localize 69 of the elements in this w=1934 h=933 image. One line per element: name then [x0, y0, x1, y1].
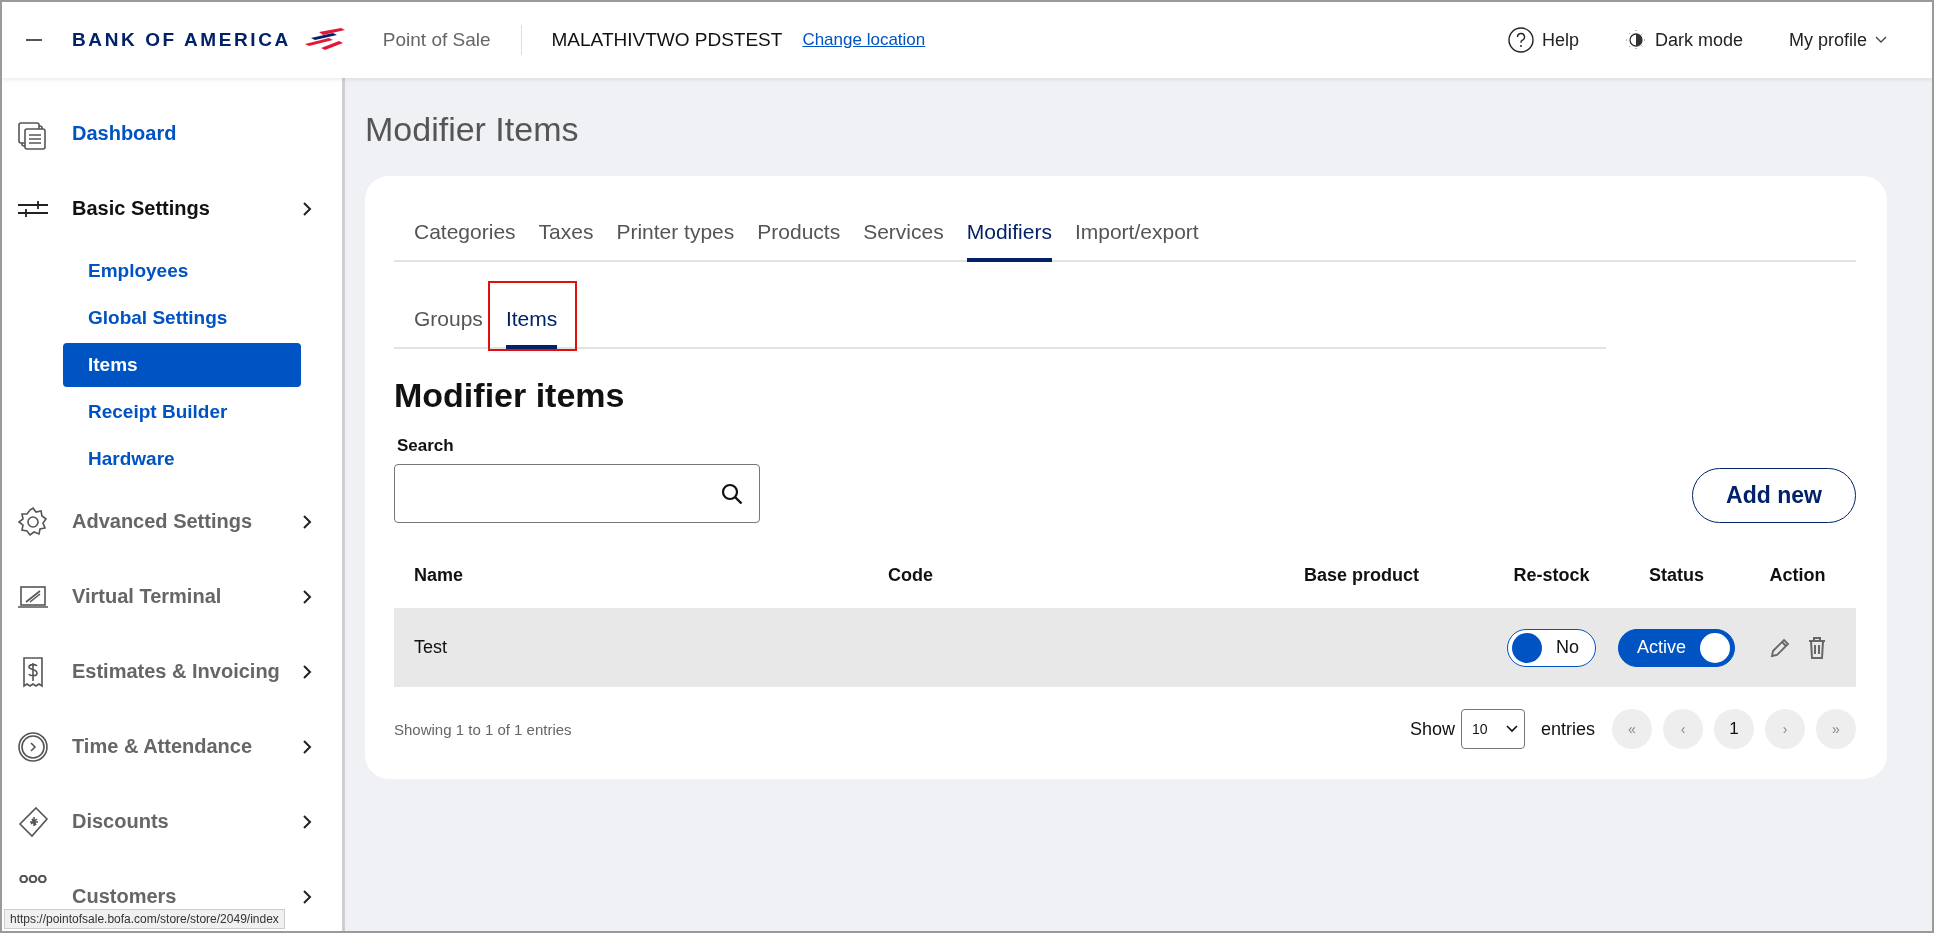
- chevron-down-icon: [1875, 36, 1887, 44]
- sidebar-item[interactable]: Dashboard: [72, 122, 314, 145]
- chevron-icon: [300, 514, 314, 529]
- chevron-icon: [300, 589, 314, 604]
- sidebar-item[interactable]: Discounts: [72, 810, 300, 833]
- chevron-icon: [300, 814, 314, 829]
- help-icon: [1507, 27, 1534, 53]
- column-header: Code: [887, 564, 933, 586]
- sidebar-item[interactable]: Virtual Terminal: [72, 585, 300, 608]
- sidebar-subitem[interactable]: Receipt Builder: [63, 390, 301, 434]
- section-title: Modifier items: [394, 376, 626, 415]
- edit-button[interactable]: [1768, 636, 1791, 659]
- page-title: Modifier Items: [365, 110, 580, 149]
- chevron-icon: [300, 664, 314, 679]
- trash-icon: [1806, 636, 1827, 659]
- show-label: Show: [1409, 718, 1455, 740]
- help-button[interactable]: Help: [1507, 27, 1579, 53]
- search-label: Search: [397, 436, 455, 456]
- pencil-icon: [1768, 636, 1791, 659]
- add-new-button[interactable]: Add new: [1692, 468, 1856, 523]
- profile-menu[interactable]: My profile: [1788, 29, 1887, 51]
- sidebar-subitem[interactable]: Global Settings: [63, 296, 301, 340]
- sidebar-subitem[interactable]: Hardware: [63, 437, 301, 481]
- tab[interactable]: Products: [757, 206, 841, 262]
- tab[interactable]: Modifiers: [966, 206, 1052, 262]
- page-button[interactable]: 1: [1714, 709, 1754, 749]
- search-field[interactable]: [394, 464, 760, 523]
- column-header: Base product: [1303, 564, 1420, 586]
- brand-name: BANK OF AMERICA: [72, 29, 291, 51]
- sidebar-item[interactable]: Advanced Settings: [72, 510, 300, 533]
- tab[interactable]: Taxes: [538, 206, 594, 262]
- search-icon: [721, 482, 743, 505]
- sidebar-subitem[interactable]: Items: [63, 343, 301, 387]
- location-name: MALATHIVTWO PDSTEST: [551, 29, 783, 51]
- sidebar-item[interactable]: Time & Attendance: [72, 735, 300, 758]
- sidebar-item[interactable]: Estimates & Invoicing: [72, 660, 300, 683]
- column-header: Action: [1769, 564, 1826, 586]
- chevron-down-icon: [1505, 725, 1518, 733]
- sidebar-item[interactable]: Basic Settings: [72, 197, 300, 220]
- subtab[interactable]: Items: [505, 293, 558, 349]
- sidebar-item[interactable]: Customers: [72, 885, 300, 908]
- dots-icon: [19, 875, 47, 883]
- chevron-icon: [300, 201, 314, 216]
- page-size-select[interactable]: 10: [1460, 709, 1525, 749]
- status-url: https://pointofsale.bofa.com/store/store/2049/index: [4, 909, 285, 929]
- column-header: Status: [1649, 564, 1704, 586]
- tab[interactable]: Categories: [414, 206, 516, 262]
- subtab[interactable]: Groups: [414, 293, 483, 349]
- entries-label: entries: [1540, 718, 1595, 740]
- tab[interactable]: Services: [863, 206, 944, 262]
- change-location-link[interactable]: Change location: [802, 30, 926, 50]
- table-cell-text: Test: [413, 637, 448, 658]
- restock-toggle[interactable]: No: [1507, 628, 1596, 667]
- column-header: Name: [413, 564, 464, 586]
- chevron-icon: [300, 739, 314, 754]
- contrast-icon: [1624, 29, 1647, 51]
- tag-icon: [16, 804, 50, 839]
- tab[interactable]: Printer types: [616, 206, 735, 262]
- tab[interactable]: Import/export: [1074, 206, 1199, 262]
- app-name: Point of Sale: [382, 25, 522, 55]
- gear-icon: [16, 504, 50, 539]
- chevron-icon: [300, 889, 314, 904]
- entries-info: Showing 1 to 1 of 1 entries: [394, 720, 572, 738]
- delete-button[interactable]: [1806, 636, 1827, 659]
- dark-mode-button[interactable]: Dark mode: [1624, 29, 1743, 51]
- column-header: Re-stock: [1513, 564, 1590, 586]
- clock-icon: [16, 729, 50, 764]
- sidebar-subitem[interactable]: Employees: [63, 249, 301, 293]
- status-toggle[interactable]: Active: [1618, 628, 1735, 667]
